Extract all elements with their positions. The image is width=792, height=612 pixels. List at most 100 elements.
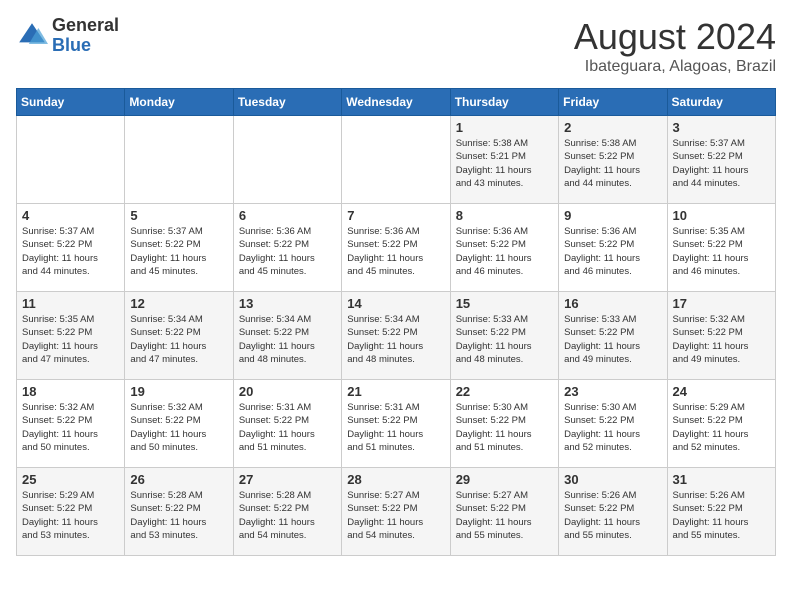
day-info: Sunrise: 5:30 AM Sunset: 5:22 PM Dayligh… — [564, 401, 661, 454]
day-number: 21 — [347, 384, 444, 399]
day-number: 14 — [347, 296, 444, 311]
logo-blue: Blue — [52, 36, 119, 56]
calendar-cell: 30Sunrise: 5:26 AM Sunset: 5:22 PM Dayli… — [559, 468, 667, 556]
day-info: Sunrise: 5:38 AM Sunset: 5:22 PM Dayligh… — [564, 137, 661, 190]
calendar-cell: 6Sunrise: 5:36 AM Sunset: 5:22 PM Daylig… — [233, 204, 341, 292]
calendar-cell: 21 Sunrise: 5:31 AM Sunset: 5:22 PM Dayli… — [342, 380, 450, 468]
calendar-cell: 25Sunrise: 5:29 AM Sunset: 5:22 PM Dayli… — [17, 468, 125, 556]
day-header-sunday: Sunday — [17, 89, 125, 116]
logo-general: General — [52, 16, 119, 36]
calendar-cell: 12 Sunrise: 5:34 AM Sunset: 5:22 PM Dayli… — [125, 292, 233, 380]
calendar-cell: 13Sunrise: 5:34 AM Sunset: 5:22 PM Dayli… — [233, 292, 341, 380]
day-info: Sunrise: 5:34 AM Sunset: 5:22 PM Dayligh… — [239, 313, 336, 366]
day-info: Sunrise: 5:33 AM Sunset: 5:22 PM Dayligh… — [564, 313, 661, 366]
calendar-cell: 2 Sunrise: 5:38 AM Sunset: 5:22 PM Daylig… — [559, 116, 667, 204]
day-number: 16 — [564, 296, 661, 311]
day-number: 17 — [673, 296, 770, 311]
calendar-header: SundayMondayTuesdayWednesdayThursdayFrid… — [17, 89, 776, 116]
week-row-1: 1 Sunrise: 5:38 AM Sunset: 5:21 PM Daylig… — [17, 116, 776, 204]
calendar-cell: 19 Sunrise: 5:32 AM Sunset: 5:22 PM Dayli… — [125, 380, 233, 468]
day-number: 24 — [673, 384, 770, 399]
day-info: Sunrise: 5:36 AM Sunset: 5:22 PM Dayligh… — [347, 225, 444, 278]
day-info: Sunrise: 5:32 AM Sunset: 5:22 PM Dayligh… — [673, 313, 770, 366]
calendar-cell — [17, 116, 125, 204]
day-number: 9 — [564, 208, 661, 223]
day-header-wednesday: Wednesday — [342, 89, 450, 116]
day-number: 12 — [130, 296, 227, 311]
day-number: 27 — [239, 472, 336, 487]
calendar-cell — [342, 116, 450, 204]
calendar-cell: 3Sunrise: 5:37 AM Sunset: 5:22 PM Daylig… — [667, 116, 775, 204]
day-info: Sunrise: 5:30 AM Sunset: 5:22 PM Dayligh… — [456, 401, 553, 454]
week-row-4: 18 Sunrise: 5:32 AM Sunset: 5:22 PM Dayli… — [17, 380, 776, 468]
day-number: 22 — [456, 384, 553, 399]
calendar-cell: 18 Sunrise: 5:32 AM Sunset: 5:22 PM Dayli… — [17, 380, 125, 468]
day-info: Sunrise: 5:35 AM Sunset: 5:22 PM Dayligh… — [22, 313, 119, 366]
calendar-table: SundayMondayTuesdayWednesdayThursdayFrid… — [16, 88, 776, 556]
title-block: August 2024 Ibateguara, Alagoas, Brazil — [574, 16, 776, 76]
day-header-tuesday: Tuesday — [233, 89, 341, 116]
calendar-cell: 22 Sunrise: 5:30 AM Sunset: 5:22 PM Dayli… — [450, 380, 558, 468]
calendar-cell: 27 Sunrise: 5:28 AM Sunset: 5:22 PM Dayli… — [233, 468, 341, 556]
calendar-cell: 20Sunrise: 5:31 AM Sunset: 5:22 PM Dayli… — [233, 380, 341, 468]
day-number: 1 — [456, 120, 553, 135]
day-info: Sunrise: 5:35 AM Sunset: 5:22 PM Dayligh… — [673, 225, 770, 278]
week-row-5: 25Sunrise: 5:29 AM Sunset: 5:22 PM Dayli… — [17, 468, 776, 556]
day-info: Sunrise: 5:28 AM Sunset: 5:22 PM Dayligh… — [130, 489, 227, 542]
calendar-cell: 29 Sunrise: 5:27 AM Sunset: 5:22 PM Dayli… — [450, 468, 558, 556]
day-info: Sunrise: 5:38 AM Sunset: 5:21 PM Dayligh… — [456, 137, 553, 190]
day-number: 15 — [456, 296, 553, 311]
day-header-thursday: Thursday — [450, 89, 558, 116]
day-number: 8 — [456, 208, 553, 223]
day-info: Sunrise: 5:34 AM Sunset: 5:22 PM Dayligh… — [347, 313, 444, 366]
day-number: 11 — [22, 296, 119, 311]
day-number: 3 — [673, 120, 770, 135]
calendar-cell: 1 Sunrise: 5:38 AM Sunset: 5:21 PM Daylig… — [450, 116, 558, 204]
calendar-cell: 31 Sunrise: 5:26 AM Sunset: 5:22 PM Dayli… — [667, 468, 775, 556]
day-info: Sunrise: 5:32 AM Sunset: 5:22 PM Dayligh… — [130, 401, 227, 454]
page-header: General Blue August 2024 Ibateguara, Ala… — [16, 16, 776, 76]
day-info: Sunrise: 5:36 AM Sunset: 5:22 PM Dayligh… — [564, 225, 661, 278]
day-info: Sunrise: 5:27 AM Sunset: 5:22 PM Dayligh… — [456, 489, 553, 542]
day-info: Sunrise: 5:29 AM Sunset: 5:22 PM Dayligh… — [673, 401, 770, 454]
day-info: Sunrise: 5:34 AM Sunset: 5:22 PM Dayligh… — [130, 313, 227, 366]
day-number: 19 — [130, 384, 227, 399]
logo-text: General Blue — [52, 16, 119, 56]
calendar-cell: 28 Sunrise: 5:27 AM Sunset: 5:22 PM Dayli… — [342, 468, 450, 556]
day-info: Sunrise: 5:28 AM Sunset: 5:22 PM Dayligh… — [239, 489, 336, 542]
day-info: Sunrise: 5:37 AM Sunset: 5:22 PM Dayligh… — [22, 225, 119, 278]
day-number: 18 — [22, 384, 119, 399]
day-header-friday: Friday — [559, 89, 667, 116]
day-number: 7 — [347, 208, 444, 223]
day-info: Sunrise: 5:27 AM Sunset: 5:22 PM Dayligh… — [347, 489, 444, 542]
header-row: SundayMondayTuesdayWednesdayThursdayFrid… — [17, 89, 776, 116]
calendar-cell: 8Sunrise: 5:36 AM Sunset: 5:22 PM Daylig… — [450, 204, 558, 292]
calendar-cell — [233, 116, 341, 204]
calendar-cell: 24 Sunrise: 5:29 AM Sunset: 5:22 PM Dayli… — [667, 380, 775, 468]
calendar-cell: 16 Sunrise: 5:33 AM Sunset: 5:22 PM Dayli… — [559, 292, 667, 380]
day-info: Sunrise: 5:32 AM Sunset: 5:22 PM Dayligh… — [22, 401, 119, 454]
calendar-cell — [125, 116, 233, 204]
week-row-2: 4 Sunrise: 5:37 AM Sunset: 5:22 PM Daylig… — [17, 204, 776, 292]
calendar-cell: 7 Sunrise: 5:36 AM Sunset: 5:22 PM Daylig… — [342, 204, 450, 292]
day-info: Sunrise: 5:37 AM Sunset: 5:22 PM Dayligh… — [130, 225, 227, 278]
calendar-cell: 15Sunrise: 5:33 AM Sunset: 5:22 PM Dayli… — [450, 292, 558, 380]
day-number: 31 — [673, 472, 770, 487]
calendar-cell: 4 Sunrise: 5:37 AM Sunset: 5:22 PM Daylig… — [17, 204, 125, 292]
calendar-body: 1 Sunrise: 5:38 AM Sunset: 5:21 PM Daylig… — [17, 116, 776, 556]
month-year-title: August 2024 — [574, 16, 776, 58]
day-info: Sunrise: 5:26 AM Sunset: 5:22 PM Dayligh… — [673, 489, 770, 542]
logo: General Blue — [16, 16, 119, 56]
day-number: 10 — [673, 208, 770, 223]
day-number: 29 — [456, 472, 553, 487]
calendar-cell: 23Sunrise: 5:30 AM Sunset: 5:22 PM Dayli… — [559, 380, 667, 468]
day-number: 6 — [239, 208, 336, 223]
day-number: 2 — [564, 120, 661, 135]
day-info: Sunrise: 5:31 AM Sunset: 5:22 PM Dayligh… — [347, 401, 444, 454]
day-number: 4 — [22, 208, 119, 223]
day-header-saturday: Saturday — [667, 89, 775, 116]
location-subtitle: Ibateguara, Alagoas, Brazil — [574, 58, 776, 76]
calendar-cell: 9 Sunrise: 5:36 AM Sunset: 5:22 PM Daylig… — [559, 204, 667, 292]
day-number: 28 — [347, 472, 444, 487]
calendar-cell: 11 Sunrise: 5:35 AM Sunset: 5:22 PM Dayli… — [17, 292, 125, 380]
